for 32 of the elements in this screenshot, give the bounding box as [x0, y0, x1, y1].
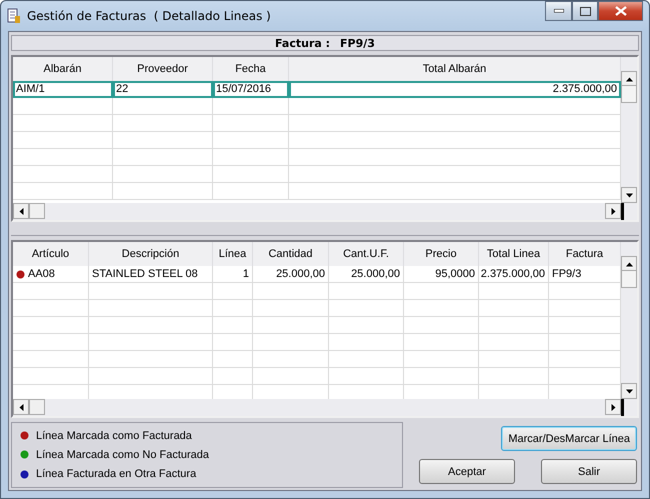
column-header[interactable]: Precio — [404, 242, 479, 266]
table-cell: 25.000,00 — [329, 266, 404, 283]
exit-button[interactable]: Salir — [541, 459, 637, 484]
cell-text: AA08 — [28, 268, 55, 280]
column-header[interactable]: Total Albarán — [289, 57, 621, 81]
table-cell: 25.000,00 — [253, 266, 329, 283]
column-header[interactable]: Descripción — [89, 242, 213, 266]
table-cell: 2.375.000,00 — [479, 266, 549, 283]
table-cell: 15/07/2016 — [213, 81, 289, 98]
window-title: Gestión de Facturas ( Detallado Lineas ) — [27, 9, 272, 23]
table-cell: 1 — [213, 266, 253, 283]
column-header[interactable]: Artículo — [13, 242, 89, 266]
table-cell: 95,0000 — [404, 266, 479, 283]
column-header[interactable]: Factura — [549, 242, 621, 266]
column-header[interactable]: Total Linea — [479, 242, 549, 266]
invoice-number: FP9/3 — [340, 36, 375, 50]
invoice-label: Factura : — [275, 36, 330, 50]
toggle-line-button[interactable]: Marcar/DesMarcar Línea — [501, 426, 637, 451]
legend-text: Línea Marcada como Facturada — [36, 430, 192, 442]
legend-text: Línea Marcada como No Facturada — [36, 448, 210, 461]
legend-text: Línea Facturada en Otra Factura — [36, 468, 196, 480]
accept-button[interactable]: Aceptar — [419, 459, 515, 484]
table-cell: AIM/1 — [13, 81, 113, 98]
table-cell: STAINLED STEEL 08 — [89, 266, 213, 283]
column-header[interactable]: Cantidad — [253, 242, 329, 266]
column-header[interactable]: Proveedor — [113, 57, 213, 81]
column-header[interactable]: Fecha — [213, 57, 289, 81]
column-header[interactable]: Albarán — [13, 57, 113, 81]
table-cell: 22 — [113, 81, 213, 98]
column-header[interactable]: Línea — [213, 242, 253, 266]
table-cell: 2.375.000,00 — [289, 81, 621, 98]
column-header[interactable]: Cant.U.F. — [329, 242, 404, 266]
